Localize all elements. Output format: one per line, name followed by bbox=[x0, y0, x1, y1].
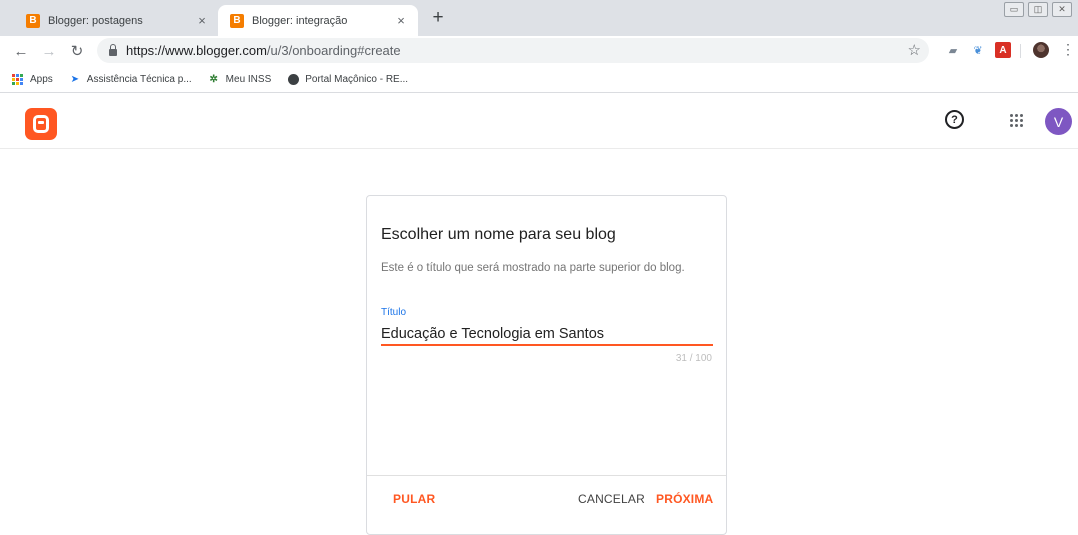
skip-button[interactable]: PULAR bbox=[393, 492, 435, 506]
minimize-icon[interactable]: ▭ bbox=[1004, 2, 1024, 17]
tab-blogger-integracao[interactable]: B Blogger: integração × bbox=[218, 5, 418, 36]
tab-close-icon[interactable]: × bbox=[195, 13, 209, 28]
flag-extension-icon[interactable]: ▰ bbox=[945, 42, 961, 58]
window-controls: ▭ ◫ ✕ bbox=[1004, 2, 1072, 17]
back-arrow-icon[interactable]: ← bbox=[10, 43, 32, 60]
restore-icon[interactable]: ◫ bbox=[1028, 2, 1048, 17]
pdf-extension-icon[interactable]: A bbox=[995, 42, 1011, 58]
toolbar-divider bbox=[1020, 44, 1021, 58]
blogger-logo-icon[interactable] bbox=[25, 108, 57, 140]
create-blog-dialog: Escolher um nome para seu blog Este é o … bbox=[366, 195, 727, 535]
browser-toolbar: ← → ↻ https://www.blogger.com/u/3/onboar… bbox=[0, 36, 1078, 66]
tab-blogger-postagens[interactable]: B Blogger: postagens × bbox=[14, 5, 219, 36]
globe-icon bbox=[287, 73, 299, 85]
tab-title: Blogger: integração bbox=[252, 14, 348, 27]
blog-title-input[interactable] bbox=[381, 324, 713, 346]
address-bar[interactable]: https://www.blogger.com/u/3/onboarding#c… bbox=[97, 38, 929, 63]
url-path: /u/3/onboarding#create bbox=[266, 43, 401, 58]
bookmark-apps[interactable]: Apps bbox=[12, 73, 53, 85]
url-host: https://www.blogger.com bbox=[126, 43, 267, 58]
dialog-title: Escolher um nome para seu blog bbox=[381, 226, 616, 243]
arrow-icon: ➤ bbox=[70, 73, 79, 85]
character-counter: 31 / 100 bbox=[675, 353, 712, 364]
bookmarks-bar: Apps ➤ Assistência Técnica p... ✲ Meu IN… bbox=[0, 66, 1078, 93]
browser-menu-icon[interactable]: ⋮ bbox=[1061, 41, 1075, 58]
bookmark-meu-inss[interactable]: ✲ Meu INSS bbox=[208, 73, 272, 85]
bookmark-label: Assistência Técnica p... bbox=[86, 73, 192, 85]
lock-icon bbox=[109, 43, 117, 56]
tab-close-icon[interactable]: × bbox=[394, 13, 408, 28]
help-icon[interactable]: ? bbox=[945, 110, 964, 129]
profile-avatar-icon[interactable] bbox=[1033, 42, 1049, 58]
apps-grid-icon bbox=[12, 73, 24, 85]
forward-arrow-icon[interactable]: → bbox=[38, 43, 60, 60]
blogger-favicon-icon: B bbox=[26, 13, 40, 28]
inss-icon: ✲ bbox=[209, 73, 218, 85]
bookmark-label: Apps bbox=[30, 73, 53, 85]
account-avatar[interactable]: V bbox=[1045, 108, 1072, 135]
bookmark-label: Portal Maçônico - RE... bbox=[305, 73, 409, 85]
bookmark-star-icon[interactable]: ☆ bbox=[908, 41, 921, 59]
dialog-subtitle: Este é o título que será mostrado na par… bbox=[381, 262, 685, 274]
title-field-label: Título bbox=[381, 307, 407, 318]
blogger-favicon-icon: B bbox=[230, 13, 244, 28]
new-tab-button[interactable]: + bbox=[428, 8, 448, 27]
browser-tabstrip: B Blogger: postagens × B Blogger: integr… bbox=[0, 0, 1078, 36]
blogger-header: ? V bbox=[0, 94, 1078, 149]
tab-title: Blogger: postagens bbox=[48, 14, 143, 27]
cancel-button[interactable]: CANCELAR bbox=[578, 492, 645, 506]
bookmark-portal-maconico[interactable]: Portal Maçônico - RE... bbox=[287, 73, 408, 85]
feather-extension-icon[interactable]: ❦ bbox=[970, 42, 986, 58]
next-button[interactable]: PRÓXIMA bbox=[656, 492, 713, 506]
bookmark-assistencia-tecnica[interactable]: ➤ Assistência Técnica p... bbox=[69, 73, 192, 85]
dialog-divider bbox=[367, 475, 726, 476]
bookmark-label: Meu INSS bbox=[225, 73, 272, 85]
close-window-icon[interactable]: ✕ bbox=[1052, 2, 1072, 17]
reload-icon[interactable]: ↻ bbox=[66, 42, 88, 60]
google-apps-icon[interactable] bbox=[1010, 114, 1023, 127]
